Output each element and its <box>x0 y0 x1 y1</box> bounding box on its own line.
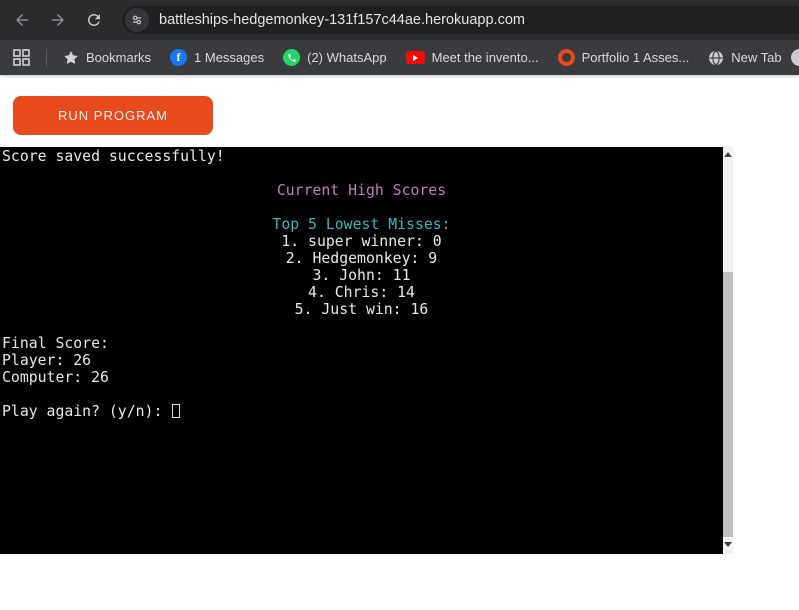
terminal-scrollbar[interactable] <box>723 147 733 554</box>
star-icon <box>64 50 78 64</box>
bookmark-messages[interactable]: f 1 Messages <box>170 49 264 66</box>
scrollbar-down-arrow-icon[interactable] <box>724 542 732 547</box>
terminal-line-score-4: 4. Chris: 14 <box>308 284 415 301</box>
globe-icon <box>708 50 724 66</box>
bookmark-label: (2) WhatsApp <box>307 50 387 65</box>
reload-button[interactable] <box>80 6 108 34</box>
bookmark-bookmarks-folder[interactable]: Bookmarks <box>63 50 151 66</box>
bookmark-label: Portfolio 1 Asses... <box>581 50 690 65</box>
whatsapp-icon <box>283 49 301 66</box>
run-program-button[interactable]: RUN PROGRAM <box>13 96 213 135</box>
facebook-icon: f <box>170 49 188 66</box>
terminal-line-score-3: 3. John: 11 <box>312 267 411 284</box>
terminal-line-player-score: Player: 26 <box>2 352 92 369</box>
terminal-line-computer-score: Computer: 26 <box>2 369 109 386</box>
scrollbar-thumb[interactable] <box>723 272 733 537</box>
apps-grid-icon[interactable] <box>13 49 30 66</box>
back-button[interactable] <box>8 6 36 34</box>
bookmarks-bar: Bookmarks f 1 Messages (2) WhatsApp Meet… <box>0 40 799 75</box>
site-settings-icon <box>132 15 142 25</box>
bookmark-partial-icon[interactable] <box>791 49 799 66</box>
terminal-line-score-2: 2. Hedgemonkey: 9 <box>285 250 438 267</box>
bookmark-label: Bookmarks <box>86 50 152 65</box>
bookmark-meet-the-inventor[interactable]: Meet the invento... <box>405 50 539 65</box>
site-settings-button[interactable] <box>125 8 149 32</box>
prompt-text: Play again? (y/n): <box>2 403 172 420</box>
back-arrow-icon <box>16 14 28 26</box>
browser-toolbar: battleships-hedgemonkey-131f157c44ae.her… <box>0 0 799 40</box>
url-text: battleships-hedgemonkey-131f157c44ae.her… <box>159 12 525 28</box>
terminal-frame: Score saved successfully! Current High S… <box>0 147 733 554</box>
bookmark-new-tab[interactable]: New Tab <box>708 50 782 66</box>
bookmark-label: 1 Messages <box>194 50 265 65</box>
portfolio-ring-icon <box>557 49 575 66</box>
terminal-line-high-scores-title: Current High Scores <box>276 182 447 199</box>
terminal-line-play-again-prompt: Play again? (y/n): <box>0 403 723 420</box>
terminal-line-score-1: 1. super winner: 0 <box>281 233 442 250</box>
terminal-cursor <box>172 404 181 418</box>
bookmark-label: New Tab <box>731 50 782 65</box>
scrollbar-up-arrow-icon[interactable] <box>724 152 732 157</box>
forward-arrow-icon <box>52 14 64 26</box>
terminal-line-score-5: 5. Just win: 16 <box>294 301 429 318</box>
reload-icon <box>88 14 100 26</box>
forward-button[interactable] <box>44 6 72 34</box>
terminal-line-final-score: Final Score: <box>2 335 109 352</box>
youtube-icon <box>405 51 425 64</box>
terminal-line: Score saved successfully! <box>2 148 225 165</box>
address-bar[interactable]: battleships-hedgemonkey-131f157c44ae.her… <box>122 6 799 34</box>
terminal-line-top5-heading: Top 5 Lowest Misses: <box>272 216 451 233</box>
bookmark-whatsapp[interactable]: (2) WhatsApp <box>283 49 387 66</box>
bookmark-portfolio-assessment[interactable]: Portfolio 1 Asses... <box>557 49 690 66</box>
bookmark-label: Meet the invento... <box>431 50 539 65</box>
bookmarks-divider <box>46 48 47 67</box>
terminal-screen[interactable]: Score saved successfully! Current High S… <box>0 147 723 554</box>
